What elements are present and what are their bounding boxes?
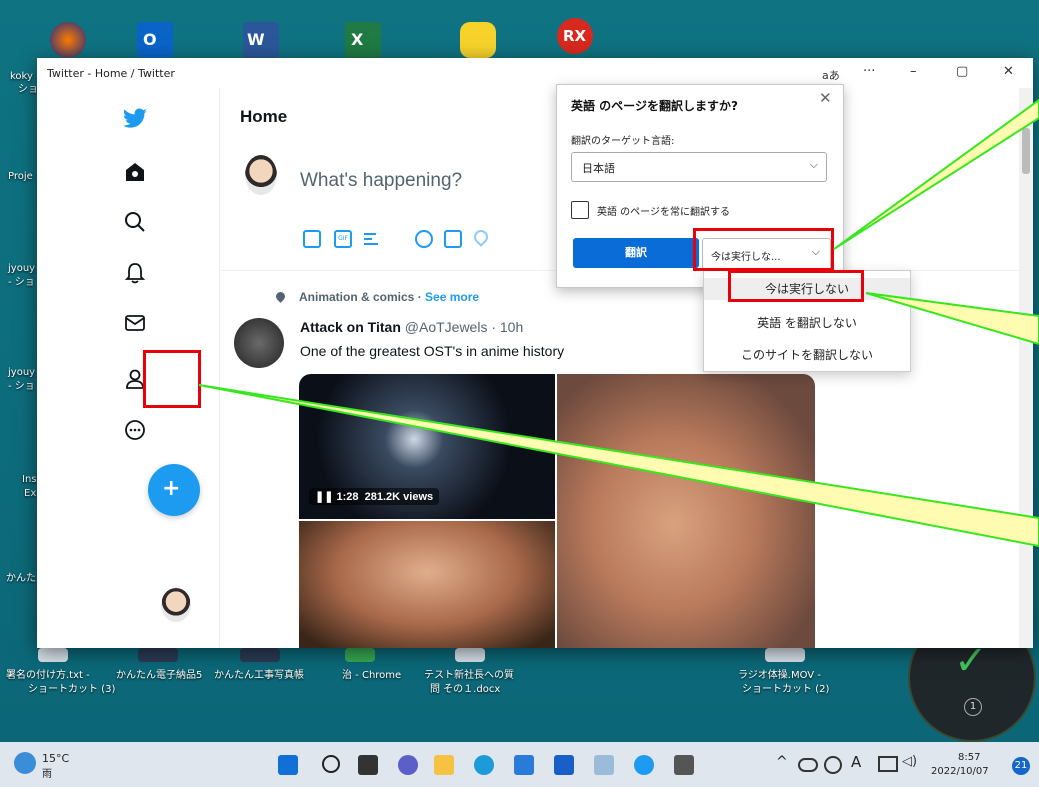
app-taskbar-icon[interactable] <box>674 755 694 775</box>
remote-desktop-icon[interactable] <box>514 755 534 775</box>
cloud-icon[interactable] <box>798 758 818 772</box>
teams-chat-icon[interactable] <box>398 755 418 775</box>
file-explorer-icon[interactable] <box>434 755 454 775</box>
weather-icon[interactable] <box>14 752 36 774</box>
callout-arrows <box>198 98 1039 548</box>
sync-icon[interactable] <box>824 756 842 774</box>
network-icon[interactable] <box>878 756 898 772</box>
search-icon[interactable] <box>322 755 340 773</box>
start-windows-icon[interactable] <box>278 755 298 775</box>
notification-badge[interactable]: 21 <box>1012 757 1030 775</box>
notepad-icon[interactable] <box>594 755 614 775</box>
weather-desc[interactable]: 雨 <box>42 765 52 780</box>
task-view-icon[interactable] <box>358 755 378 775</box>
store-icon[interactable] <box>554 755 574 775</box>
tray-overflow-icon[interactable]: ^ <box>776 754 788 770</box>
weather-temp[interactable]: 15°C <box>42 752 69 765</box>
speaker-icon[interactable]: ◁) <box>902 754 917 769</box>
edge-icon[interactable] <box>474 755 494 775</box>
clock-date[interactable]: 2022/10/07 <box>931 766 989 777</box>
clock-time[interactable]: 8:57 <box>958 752 980 763</box>
twitter-taskbar-icon[interactable] <box>634 755 654 775</box>
ime-indicator[interactable]: A <box>851 753 861 771</box>
